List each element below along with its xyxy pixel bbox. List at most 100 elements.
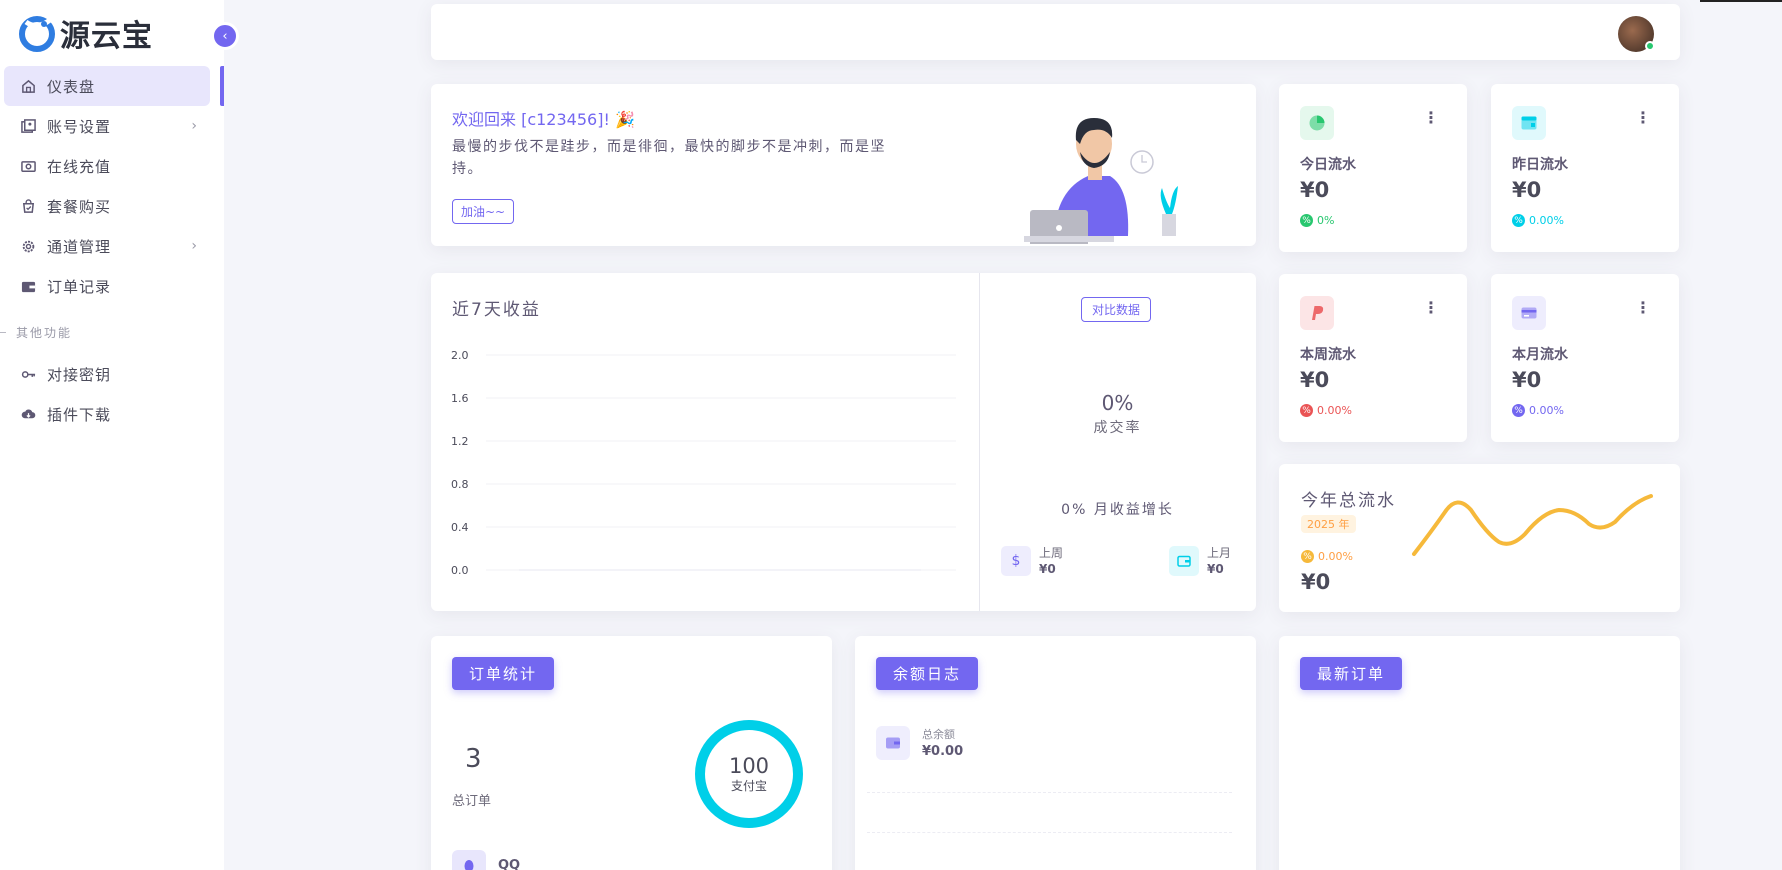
stat-label: 本周流水 (1300, 347, 1356, 363)
wallet-icon (1169, 546, 1199, 576)
year-trend-sparkline (1412, 494, 1653, 556)
last-month-summary: 上月 ¥0 (1169, 545, 1231, 577)
chevron-left-icon: ‹ (222, 28, 228, 44)
qq-label: QQ (498, 857, 521, 870)
home-icon (20, 78, 36, 94)
sidebar-item-label: 通道管理 (47, 237, 112, 256)
compare-data-button[interactable]: 对比数据 (1081, 297, 1152, 322)
payment-donut-chart: 100 支付宝 (695, 720, 803, 828)
stat-value: ¥0 (1300, 178, 1330, 202)
data-point (786, 569, 788, 571)
welcome-title: 欢迎回来 [c123456]! 🎉 (452, 110, 635, 129)
data-point (585, 569, 587, 571)
sidebar-item-label: 插件下载 (47, 405, 112, 424)
sidebar-item-account-settings[interactable]: 账号设置 › (4, 106, 210, 146)
last-month-value: ¥0 (1207, 562, 1224, 576)
sidebar-item-label: 套餐购买 (47, 197, 112, 216)
latest-orders-button[interactable]: 最新订单 (1300, 657, 1403, 690)
revenue-line-chart: 0.00.40.81.21.62.002-0102-0202-0302-0402… (451, 349, 956, 577)
top-navbar (431, 4, 1680, 60)
sidebar-item-plugin-download[interactable]: 插件下载 (4, 394, 210, 434)
stat-change-value: 0.00% (1529, 404, 1564, 417)
total-orders-value: 3 (465, 744, 482, 774)
pie-chart-icon (1300, 106, 1334, 140)
sidebar-item-api-key[interactable]: 对接密钥 (4, 354, 210, 394)
data-point (853, 569, 855, 571)
data-point (518, 569, 520, 571)
stat-card-month: ⋮ 本月流水 ¥0 % 0.00% (1491, 274, 1679, 442)
stat-change-value: 0% (1317, 214, 1335, 227)
year-change-value: 0.00% (1318, 550, 1353, 563)
more-vertical-icon[interactable]: ⋮ (1423, 298, 1439, 317)
cloud-download-icon (20, 406, 36, 422)
divider (867, 792, 1232, 793)
account-icon (20, 118, 36, 134)
sidebar-item-channel-management[interactable]: 通道管理 › (4, 226, 210, 266)
chevron-right-icon: › (191, 238, 198, 254)
more-vertical-icon[interactable]: ⋮ (1635, 108, 1651, 127)
year-change: % 0.00% (1301, 550, 1353, 563)
sidebar-item-label: 仪表盘 (47, 77, 96, 96)
y-tick-label: 2.0 (451, 349, 469, 362)
welcome-card: 欢迎回来 [c123456]! 🎉 最慢的步伐不是跬步，而是徘徊，最快的脚步不是… (431, 84, 1256, 246)
sidebar-item-label: 订单记录 (47, 277, 112, 296)
stat-value: ¥0 (1512, 178, 1542, 202)
card-divider (979, 273, 980, 611)
package-icon (20, 198, 36, 214)
total-orders-label: 总订单 (452, 794, 492, 809)
collapse-sidebar-button[interactable]: ‹ (211, 22, 239, 50)
stat-change: % 0.00% (1512, 404, 1564, 417)
y-tick-label: 0.4 (451, 521, 469, 534)
avatar[interactable] (1618, 16, 1655, 52)
logo[interactable]: 源云宝 (18, 12, 153, 54)
stat-label: 本月流水 (1512, 347, 1568, 363)
sidebar-item-label: 对接密钥 (47, 365, 112, 384)
revenue-card: 近7天收益 0.00.40.81.21.62.002-0102-0202-030… (431, 273, 1256, 611)
credit-card-icon (1512, 296, 1546, 330)
cheer-button[interactable]: 加油~~ (452, 199, 515, 224)
order-stats-panel: 订单统计 3 总订单 100 支付宝 QQ (431, 636, 832, 870)
paypal-icon (1300, 296, 1334, 330)
qq-icon (452, 850, 486, 870)
wallet-icon (20, 278, 36, 294)
balance-log-button[interactable]: 余额日志 (876, 657, 979, 690)
qq-row: QQ (452, 850, 520, 870)
developer-illustration (1024, 118, 1178, 244)
percent-icon: % (1301, 550, 1314, 563)
stat-change: % 0.00% (1512, 214, 1564, 227)
monthly-growth: 0% 月收益增长 (1061, 502, 1174, 518)
logo-mark-icon (19, 16, 55, 52)
divider (867, 832, 1232, 833)
percent-icon: % (1512, 404, 1525, 417)
sidebar-item-label: 账号设置 (47, 117, 112, 136)
stat-label: 昨日流水 (1512, 157, 1568, 173)
stat-card-yesterday: ⋮ 昨日流水 ¥0 % 0.00% (1491, 84, 1679, 252)
chevron-right-icon: › (191, 118, 198, 134)
y-tick-label: 1.2 (451, 435, 469, 448)
last-month-label: 上月 (1207, 546, 1232, 560)
sidebar-item-package-purchase[interactable]: 套餐购买 (4, 186, 210, 226)
calendar-icon (1512, 106, 1546, 140)
sidebar-item-online-recharge[interactable]: 在线充值 (4, 146, 210, 186)
more-vertical-icon[interactable]: ⋮ (1635, 298, 1651, 317)
recharge-icon (20, 158, 36, 174)
year-total-card: 今年总流水 2025 年 % 0.00% ¥0 (1279, 464, 1680, 612)
chart-title: 近7天收益 (452, 300, 541, 320)
data-point (719, 569, 721, 571)
stat-change: % 0.00% (1300, 404, 1352, 417)
more-vertical-icon[interactable]: ⋮ (1423, 108, 1439, 127)
last-week-value: ¥0 (1039, 562, 1056, 576)
order-stats-button[interactable]: 订单统计 (452, 657, 555, 690)
balance-log-panel: 余额日志 总余额 ¥0.00 (855, 636, 1256, 870)
active-indicator (220, 66, 224, 106)
conversion-rate-value: 0% (1101, 391, 1134, 415)
stat-value: ¥0 (1512, 368, 1542, 392)
total-balance-value: ¥0.00 (922, 744, 964, 759)
last-week-summary: $ 上周 ¥0 (1001, 545, 1063, 577)
sidebar-item-label: 在线充值 (47, 157, 112, 176)
sidebar-item-dashboard[interactable]: 仪表盘 (4, 66, 210, 106)
percent-icon: % (1300, 214, 1313, 227)
dollar-icon: $ (1001, 546, 1031, 576)
y-tick-label: 0.8 (451, 478, 469, 491)
sidebar-item-order-records[interactable]: 订单记录 (4, 266, 210, 306)
